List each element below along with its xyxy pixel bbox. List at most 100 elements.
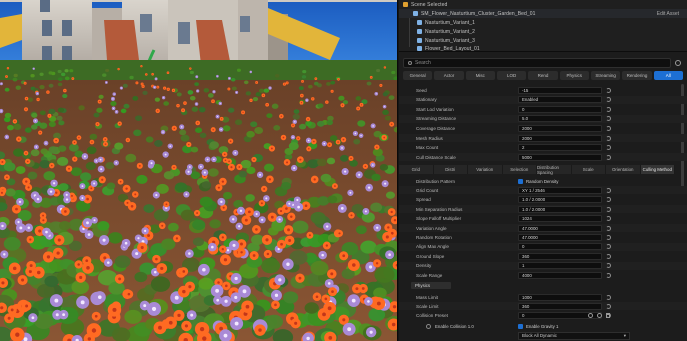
expand-arrow-icon[interactable] (426, 323, 431, 329)
property-value-field[interactable]: 5.0 (518, 115, 602, 123)
outliner-row[interactable]: Nasturtium_Variant_1 (399, 18, 687, 27)
filter-tab[interactable]: Rend (528, 71, 558, 80)
category-tab[interactable]: Distribution Spacing (537, 165, 572, 175)
property-value-field[interactable]: 2000 (518, 134, 602, 142)
property-label: Mesh Radius (416, 135, 443, 141)
details-search-input[interactable]: Search (403, 58, 671, 68)
reset-to-default-icon[interactable] (606, 187, 611, 193)
settings-gear-icon[interactable] (675, 60, 681, 66)
property-value-field[interactable]: Enabled (518, 96, 602, 104)
property-value-field[interactable]: 0 (518, 243, 602, 251)
collision-preset-dropdown[interactable]: Block All Dynamic ▾ (518, 332, 630, 340)
filter-tab[interactable]: Physics (559, 71, 589, 80)
viewport-3d[interactable] (0, 0, 398, 341)
property-value-field[interactable]: 1024 (518, 215, 602, 223)
property-value-field[interactable]: 5000 (518, 153, 602, 161)
property-value-field[interactable]: 47.0000 (518, 233, 602, 241)
gravity-checkbox[interactable] (518, 323, 523, 329)
property-value-field[interactable]: 1 (518, 262, 602, 270)
reset-to-default-icon[interactable] (606, 253, 611, 259)
reset-to-default-icon[interactable] (606, 206, 611, 212)
reset-to-default-icon[interactable] (606, 303, 611, 309)
reset-to-default-icon[interactable] (606, 234, 611, 240)
reset-to-default-icon[interactable] (606, 197, 611, 203)
property-value-field[interactable]: 47.0000 (518, 224, 602, 232)
property-value-field[interactable]: 1000 (518, 293, 602, 301)
details-panel: Scene Selected SM_Flower_Nasturtium_Clus… (399, 0, 687, 341)
filter-tab[interactable]: Actor (434, 71, 464, 80)
reset-to-default-icon[interactable] (606, 272, 611, 278)
category-tab[interactable]: Scale (572, 165, 606, 174)
category-tab[interactable]: Variation (468, 165, 503, 174)
static-mesh-icon (417, 20, 422, 25)
outliner-row-label: Flower_Bed_Layout_01 (425, 45, 480, 52)
category-tab[interactable]: Selection (503, 165, 537, 174)
property-row: Min Separation Radius 1.0 / 2.0000 (399, 205, 687, 214)
reset-to-default-icon[interactable] (606, 116, 611, 122)
property-label: Min Separation Radius (416, 206, 463, 212)
add-icon[interactable] (597, 313, 602, 318)
property-row: Spread 1.0 / 2.0000 (399, 196, 687, 204)
filter-tab[interactable]: Misc (465, 71, 495, 80)
filter-tab[interactable]: LOD (496, 71, 527, 80)
property-row: Max Count 2 (399, 144, 687, 152)
reset-to-default-icon[interactable] (606, 154, 611, 160)
reset-to-default-icon[interactable] (606, 244, 611, 250)
property-value-field[interactable]: 1.0 / 2.0000 (518, 196, 602, 204)
reset-to-default-icon[interactable] (606, 97, 611, 103)
category-tab[interactable]: Distri (434, 165, 468, 174)
filter-tab[interactable]: General (403, 71, 433, 80)
outliner-row[interactable]: Scene Selected (399, 0, 687, 9)
reset-to-default-icon[interactable] (606, 135, 611, 141)
dropdown-value: Block All Dynamic (522, 333, 557, 338)
search-icon (408, 61, 412, 65)
reset-to-default-icon[interactable] (606, 294, 611, 300)
reset-to-default-icon[interactable] (606, 225, 611, 231)
outliner-row[interactable]: SM_Flower_Nasturtium_Cluster_Garden_Bed_… (399, 9, 687, 18)
property-row: Seed -15 (399, 86, 687, 94)
property-label: Seed (416, 87, 427, 93)
reset-to-default-icon[interactable] (606, 216, 611, 222)
reset-to-default-icon[interactable] (606, 106, 611, 112)
category-sub-tabs: Grid Distri Variation Selection Distribution… (399, 165, 675, 175)
property-label: Variation Angle (416, 225, 447, 231)
reset-to-default-icon[interactable] (606, 125, 611, 131)
property-checkbox[interactable] (518, 178, 523, 184)
property-value-field[interactable]: 2 (518, 144, 602, 152)
property-row: Scale Limit 360 (399, 302, 687, 310)
property-value-field[interactable]: 360 (518, 302, 602, 310)
outliner-row-label: SM_Flower_Nasturtium_Cluster_Garden_Bed_… (421, 10, 536, 17)
collision-row: Enable Collision 1.0 Enable Gravity 1 (399, 322, 687, 330)
reset-to-default-icon[interactable] (606, 145, 611, 151)
trash-icon[interactable] (606, 313, 610, 318)
reset-to-default-icon[interactable] (606, 87, 611, 93)
property-value-field[interactable]: 2000 (518, 124, 602, 132)
category-tab[interactable]: Culling Method (640, 165, 675, 174)
property-value-field[interactable]: 1.0 / 2.0000 (518, 205, 602, 213)
outliner-row-label: Nasturtium_Variant_2 (425, 28, 475, 35)
browse-icon[interactable] (588, 313, 593, 318)
property-row: Start Lod Variation 0 (399, 105, 687, 113)
property-label: Distribution Pattern (416, 178, 456, 184)
property-value-field[interactable]: 360 (518, 252, 602, 260)
filter-tab[interactable]: Rendering (622, 71, 652, 80)
property-value-field[interactable]: 0 (518, 105, 602, 113)
reset-to-default-icon[interactable] (606, 263, 611, 269)
section-header[interactable]: Physics (411, 282, 451, 289)
outliner-row[interactable]: Nasturtium_Variant_2 (399, 27, 687, 36)
property-row: Density 1 (399, 261, 687, 270)
category-tab[interactable]: Grid (399, 165, 434, 174)
edit-asset-link[interactable]: Edit Asset (657, 11, 679, 17)
static-mesh-icon (417, 46, 422, 51)
chevron-down-icon: ▾ (623, 333, 626, 338)
property-label: Spread (416, 197, 431, 203)
property-value-field[interactable]: 4000 (518, 271, 602, 279)
property-label: Streaming Distance (416, 116, 457, 122)
outliner-row[interactable]: Flower_Bed_Layout_01 (399, 44, 687, 53)
category-tab[interactable]: Orientation (606, 165, 641, 174)
filter-tab[interactable]: Streaming (590, 71, 621, 80)
property-value-field[interactable]: XY 1 / 2546 (518, 186, 602, 194)
filter-tab[interactable]: All (653, 71, 683, 80)
property-value-field[interactable]: -15 (518, 86, 602, 94)
property-row: Collision Preset 0 (399, 311, 687, 319)
